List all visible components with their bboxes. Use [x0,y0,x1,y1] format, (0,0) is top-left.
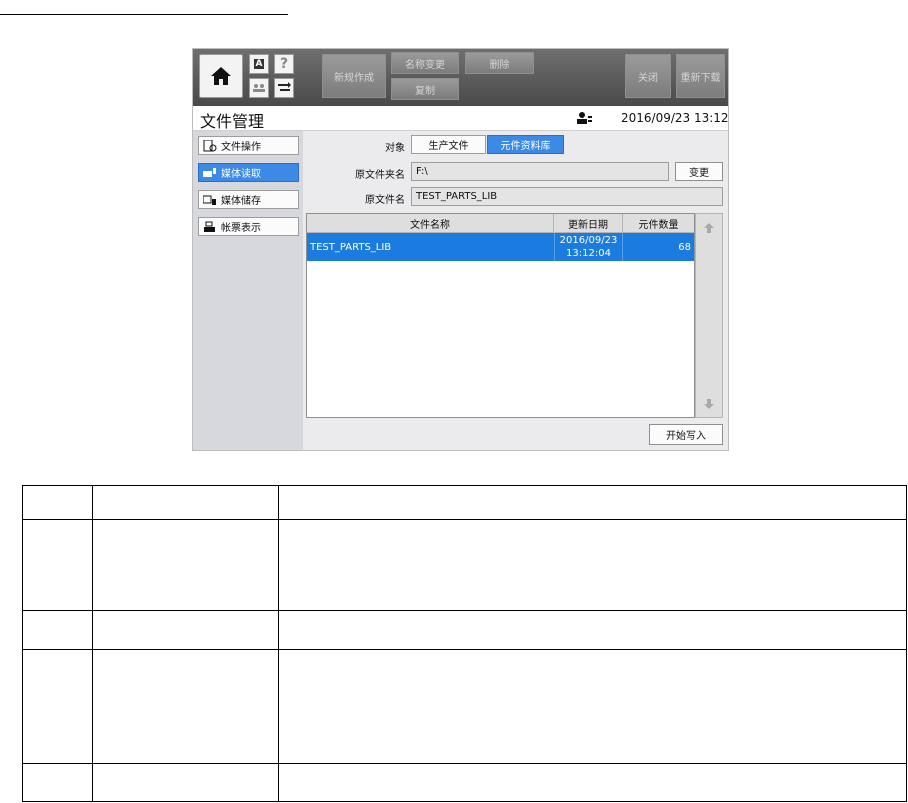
sidebar-item-label: 媒体读取 [221,169,261,180]
arrow-down-icon [704,399,714,409]
scroll-up-button[interactable] [696,215,722,241]
title-bar: 文件管理 2016/09/23 13:12 [193,106,729,131]
file-field[interactable]: TEST_PARTS_LIB [411,187,723,206]
sidebar-item-media-save[interactable]: 媒体储存 [198,190,299,209]
help-button[interactable]: ? [274,54,294,74]
delete-button[interactable]: 删除 [465,52,534,74]
row-time: 13:12:04 [566,248,611,259]
transfer-button[interactable] [274,78,294,98]
rename-button[interactable]: 名称变更 [391,52,459,74]
close-button[interactable]: 关闭 [625,54,671,98]
target-label: 对象 [385,143,405,154]
column-header-count[interactable]: 元件数量 [623,214,694,233]
keyboard-a-button[interactable]: A [249,54,269,74]
table-divider [23,610,906,611]
target-option-production[interactable]: 生产文件 [411,135,486,154]
start-write-button[interactable]: 开始写入 [649,424,723,445]
sidebar-item-file-ops[interactable]: 文件操作 [198,136,299,155]
home-button[interactable] [199,54,243,98]
sidebar-item-label: 媒体储存 [221,196,261,207]
table-row[interactable]: TEST_PARTS_LIB 2016/09/23 13:12:04 68 [307,233,694,261]
media-save-icon [203,195,216,205]
sidebar-item-label: 文件操作 [221,142,261,153]
column-header-name[interactable]: 文件名称 [307,214,554,233]
folder-label: 原文件夹名 [355,170,405,181]
report-print-icon [204,221,215,232]
top-rule [0,14,288,15]
table-divider [23,519,906,520]
table-header: 文件名称 更新日期 元件数量 [307,214,694,233]
table-divider [92,486,93,801]
copy-button[interactable]: 复制 [391,78,459,100]
row-date: 2016/09/23 [559,235,618,246]
arrow-up-icon [704,223,714,233]
sidebar-item-report[interactable]: 帐票表示 [198,217,299,236]
description-table [22,485,907,802]
table-divider [23,649,906,650]
file-management-screen: A ? 新规作成 名称变更 删除 复制 关闭 重新下载 文件管理 2016/09… [192,48,729,451]
file-label: 原文件名 [365,195,405,206]
page-title: 文件管理 [200,112,265,131]
user-group-button[interactable] [249,78,269,98]
toolbar: A ? 新规作成 名称变更 删除 复制 关闭 重新下载 [193,49,728,106]
folder-field[interactable]: F:\ [411,162,669,181]
datetime-display: 2016/09/23 13:12 [621,111,729,125]
target-option-parts-library[interactable]: 元件资料库 [487,135,564,154]
home-icon [211,67,231,85]
transfer-icon [278,82,291,91]
user-login-icon [577,112,592,124]
scroll-down-button[interactable] [696,391,722,417]
file-table: 文件名称 更新日期 元件数量 TEST_PARTS_LIB 2016/09/23… [306,213,695,418]
change-folder-button[interactable]: 变更 [675,162,723,181]
users-icon [253,84,265,92]
letter-a-icon: A [253,59,265,69]
table-divider [23,763,906,764]
new-create-button[interactable]: 新规作成 [322,54,386,98]
row-part-count: 68 [678,241,691,253]
file-ops-icon [203,139,217,151]
sidebar-item-label: 帐票表示 [221,223,261,234]
row-update-date: 2016/09/23 13:12:04 [554,233,623,261]
table-divider [278,486,279,801]
sidebar-item-media-read[interactable]: 媒体读取 [198,163,299,182]
help-icon: ? [279,56,289,72]
media-read-icon [203,167,216,177]
column-header-date[interactable]: 更新日期 [554,214,623,233]
sidebar: 文件操作 媒体读取 媒体储存 帐票表示 [193,131,303,450]
table-scrollbar[interactable] [695,213,723,418]
row-file-name: TEST_PARTS_LIB [310,241,392,253]
reload-button[interactable]: 重新下载 [676,54,725,98]
